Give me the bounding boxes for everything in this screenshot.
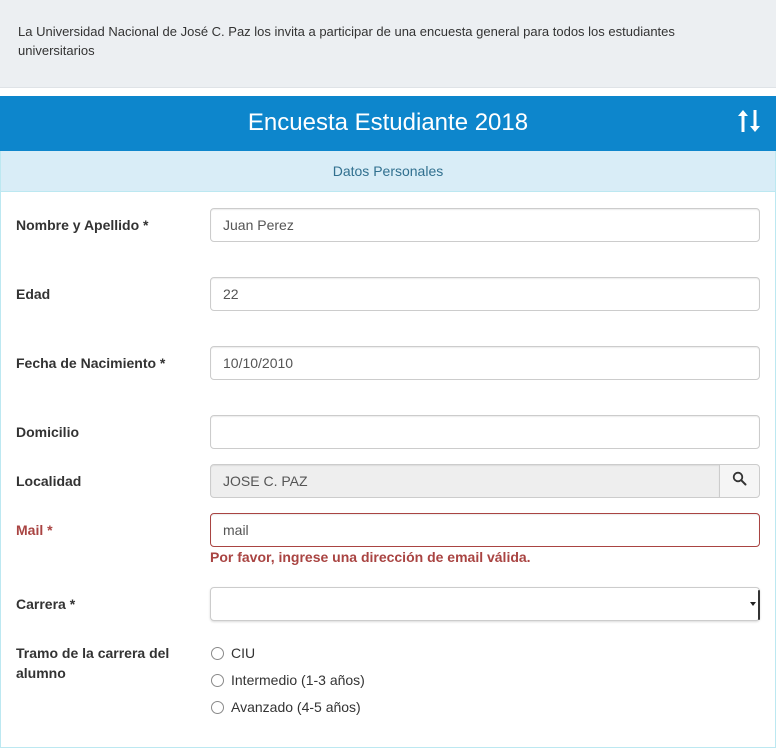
fecha-nacimiento-input[interactable]	[210, 346, 760, 380]
tramo-label: Tramo de la carrera del alumno	[16, 645, 170, 681]
localidad-input-group	[210, 464, 760, 498]
sort-arrows-icon[interactable]	[736, 108, 762, 134]
localidad-input[interactable]	[210, 464, 720, 498]
edad-label: Edad	[16, 286, 51, 302]
radio-label: Avanzado (4-5 años)	[231, 699, 361, 715]
domicilio-input[interactable]	[210, 415, 760, 449]
survey-header: Encuesta Estudiante 2018	[0, 96, 776, 151]
mail-input[interactable]	[210, 513, 760, 547]
carrera-label: Carrera *	[16, 596, 76, 612]
chevron-down-icon	[750, 602, 756, 606]
intro-text: La Universidad Nacional de José C. Paz l…	[18, 24, 675, 58]
radio-circle[interactable]	[211, 700, 224, 714]
edad-input[interactable]	[210, 277, 760, 311]
radio-label: Intermedio (1-3 años)	[231, 672, 365, 688]
radio-circle[interactable]	[211, 673, 224, 687]
radio-label: CIU	[231, 645, 256, 661]
tramo-option-avanzado[interactable]: Avanzado (4-5 años)	[211, 697, 361, 717]
nombre-input[interactable]	[210, 208, 760, 242]
mail-label: Mail *	[16, 522, 53, 538]
domicilio-label: Domicilio	[16, 424, 80, 440]
select-edge	[758, 590, 760, 620]
radio-circle[interactable]	[211, 646, 224, 660]
localidad-label: Localidad	[16, 473, 82, 489]
mail-error-message: Por favor, ingrese una dirección de emai…	[210, 549, 531, 565]
tramo-option-ciu[interactable]: CIU	[211, 643, 255, 663]
survey-title: Encuesta Estudiante 2018	[247, 109, 529, 136]
intro-banner: La Universidad Nacional de José C. Paz l…	[0, 0, 776, 88]
search-icon	[732, 471, 747, 491]
panel-heading: Datos Personales	[1, 151, 775, 192]
fecha-nacimiento-label: Fecha de Nacimiento *	[16, 355, 166, 371]
localidad-search-button[interactable]	[719, 464, 760, 498]
carrera-select[interactable]	[210, 587, 760, 621]
nombre-label: Nombre y Apellido *	[16, 217, 149, 233]
tramo-option-intermedio[interactable]: Intermedio (1-3 años)	[211, 670, 365, 690]
